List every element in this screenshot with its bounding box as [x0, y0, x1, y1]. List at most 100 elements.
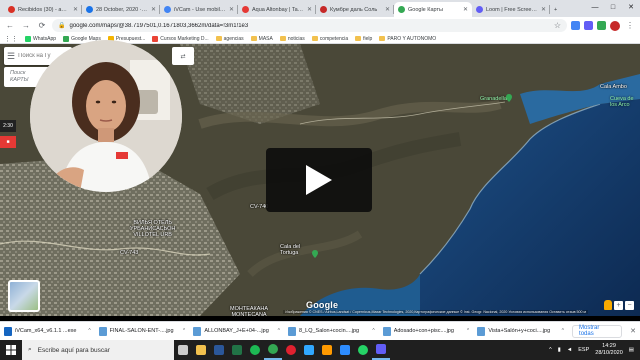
tab-title: Recibidos (30) - ama@ — [18, 6, 70, 13]
bookmark-item[interactable]: Cursos Marketing D... — [152, 35, 209, 42]
tab-close-icon[interactable]: ✕ — [73, 6, 78, 13]
download-item[interactable]: iVCam_x64_v6.1.1 ...exe ^ — [4, 326, 91, 336]
folder-icon — [279, 36, 286, 41]
tray-chevron-icon[interactable]: ^ — [549, 347, 552, 353]
tab-close-icon[interactable]: ✕ — [307, 6, 312, 13]
download-filename: FINAL-SALON-ENT-....jpg — [109, 328, 174, 334]
map-pin-icon[interactable] — [312, 250, 318, 258]
browser-tab[interactable]: 28 October, 2020 · Lo ✕ — [82, 2, 160, 17]
download-menu-icon[interactable]: ^ — [562, 328, 564, 334]
menu-icon[interactable]: ☰ — [7, 51, 15, 62]
zoom-out-button[interactable]: − — [625, 300, 634, 310]
zoom-in-button[interactable]: + — [614, 300, 623, 310]
taskbar-app-excel-icon[interactable] — [228, 340, 246, 360]
download-item[interactable]: 8_LQ_Salon+cocin....jpg ^ — [288, 326, 375, 336]
close-downloads-icon[interactable]: ✕ — [630, 327, 636, 335]
taskbar-app-illustrator-icon[interactable] — [318, 340, 336, 360]
tab-favicon-icon — [86, 6, 93, 13]
bookmark-item[interactable]: agencias — [215, 36, 244, 42]
browser-tab[interactable]: Aqua Altonbay | Tarre ✕ — [238, 2, 316, 17]
new-tab-button[interactable]: + — [550, 2, 564, 17]
taskbar-app-zoom-icon[interactable] — [336, 340, 354, 360]
clock[interactable]: 14:29 28/10/2020 — [595, 343, 623, 357]
close-window-button[interactable]: ✕ — [622, 0, 640, 14]
file-icon — [382, 326, 391, 336]
language-indicator[interactable]: ESP — [578, 347, 589, 353]
taskbar-app-chrome-icon[interactable] — [264, 340, 282, 360]
tab-close-icon[interactable]: ✕ — [541, 6, 546, 13]
download-item[interactable]: Adosado+con+pisc....jpg ^ — [382, 326, 469, 336]
bookmark-item[interactable]: PARO Y AUTONOMO — [379, 36, 436, 42]
minimize-button[interactable]: — — [586, 0, 604, 14]
taskbar-app-word-icon[interactable] — [210, 340, 228, 360]
back-icon[interactable]: ← — [4, 20, 16, 32]
bookmark-item[interactable]: competencia — [311, 36, 348, 42]
taskbar-app-spotify-icon[interactable] — [246, 340, 264, 360]
windows-start-icon[interactable] — [0, 340, 22, 360]
bookmark-item[interactable]: noticias — [279, 36, 305, 42]
map-pin-icon[interactable] — [506, 94, 512, 102]
forward-icon[interactable]: → — [20, 20, 32, 32]
volume-icon[interactable]: ◄ — [567, 347, 572, 353]
loom-extension-icon[interactable] — [584, 21, 593, 30]
download-item[interactable]: FINAL-SALON-ENT-....jpg ^ — [98, 326, 185, 336]
profile-avatar[interactable] — [610, 20, 620, 31]
map-layers-toggle[interactable] — [8, 280, 40, 312]
file-explorer-icon — [196, 345, 206, 355]
bookmark-label: Cursos Marketing D... — [160, 35, 209, 42]
map-label[interactable]: Cala del Tortuga — [280, 244, 300, 256]
tab-close-icon[interactable]: ✕ — [151, 6, 156, 13]
apps-grid-icon[interactable]: ⋮⋮ — [4, 35, 18, 43]
tab-close-icon[interactable]: ✕ — [229, 6, 234, 13]
download-menu-icon[interactable]: ^ — [278, 328, 280, 334]
browser-tab[interactable]: Google Карты ✕ — [394, 2, 472, 17]
browser-tab[interactable]: iVCam - Use mobile p ✕ — [160, 2, 238, 17]
bookmark-item[interactable]: fielp — [355, 36, 372, 42]
word-icon — [214, 345, 224, 355]
tab-close-icon[interactable]: ✕ — [385, 6, 390, 13]
extension-icon[interactable] — [597, 21, 606, 30]
folder-icon — [250, 36, 257, 41]
maximize-button[interactable]: □ — [604, 0, 622, 14]
presenter-video — [30, 40, 182, 192]
url-text[interactable]: google.com/maps/@38.7197501,0.1671803,36… — [69, 23, 549, 29]
extension-icon[interactable] — [571, 21, 580, 30]
webcam-bubble[interactable] — [30, 40, 182, 192]
stop-record-icon[interactable]: ■ — [0, 136, 16, 148]
taskbar-app-loom-icon[interactable] — [372, 340, 390, 360]
bookmark-item[interactable]: WhatsApp — [25, 35, 56, 42]
download-menu-icon[interactable]: ^ — [183, 328, 185, 334]
menu-kebab-icon[interactable]: ⋮ — [624, 20, 636, 32]
map-label[interactable]: Granadella — [480, 96, 507, 102]
address-bar[interactable]: 🔒 google.com/maps/@38.7197501,0.1671803,… — [52, 19, 567, 32]
download-menu-icon[interactable]: ^ — [88, 328, 90, 334]
windows-taskbar: ⌕ Escribe aquí para buscar ^ ▮ ◄ ESP 14:… — [0, 340, 640, 360]
download-menu-icon[interactable]: ^ — [467, 328, 469, 334]
taskbar-app-task-view-icon[interactable] — [174, 340, 192, 360]
map-label[interactable]: Cueva de los Arco — [610, 96, 634, 108]
video-play-button[interactable] — [266, 148, 372, 212]
show-all-downloads-button[interactable]: Mostrar todas — [572, 324, 623, 338]
browser-tab[interactable]: Recibidos (30) - ama@ ✕ — [4, 2, 82, 17]
bookmark-item[interactable]: MASA — [250, 36, 273, 42]
taskbar-search[interactable]: ⌕ Escribe aquí para buscar — [22, 340, 174, 360]
download-menu-icon[interactable]: ^ — [372, 328, 374, 334]
download-item[interactable]: ALLONBAY_J+E+04-...jpg ^ — [193, 326, 280, 336]
network-icon[interactable]: ▮ — [558, 347, 561, 353]
map-label[interactable]: Cala Ambo — [600, 84, 627, 90]
tab-close-icon[interactable]: ✕ — [463, 6, 468, 13]
taskbar-app-photoshop-icon[interactable] — [300, 340, 318, 360]
directions-icon[interactable]: ⇄ — [172, 47, 194, 65]
reload-icon[interactable]: ⟳ — [36, 20, 48, 32]
download-item[interactable]: Vista+Salón+y+coci....jpg ^ — [477, 326, 564, 336]
taskbar-app-whatsapp-icon[interactable] — [354, 340, 372, 360]
bookmark-star-icon[interactable]: ☆ — [554, 21, 561, 30]
map-label[interactable]: МОНТЕАКАНА MONTECANA — [230, 306, 268, 316]
taskbar-app-file-explorer-icon[interactable] — [192, 340, 210, 360]
taskbar-app-opera-icon[interactable] — [282, 340, 300, 360]
street-view-pegman-icon[interactable] — [604, 300, 612, 310]
browser-tab[interactable]: Кумбре даль Соль ✕ — [316, 2, 394, 17]
map-label[interactable]: ВИЛЬЯ ОТЕЛЬ УРБАНИСАСЬОН VILLOTEL URB — [130, 220, 175, 238]
browser-tab[interactable]: Loom | Free Screen & ✕ — [472, 2, 550, 17]
notifications-icon[interactable]: ▤ — [629, 347, 634, 353]
